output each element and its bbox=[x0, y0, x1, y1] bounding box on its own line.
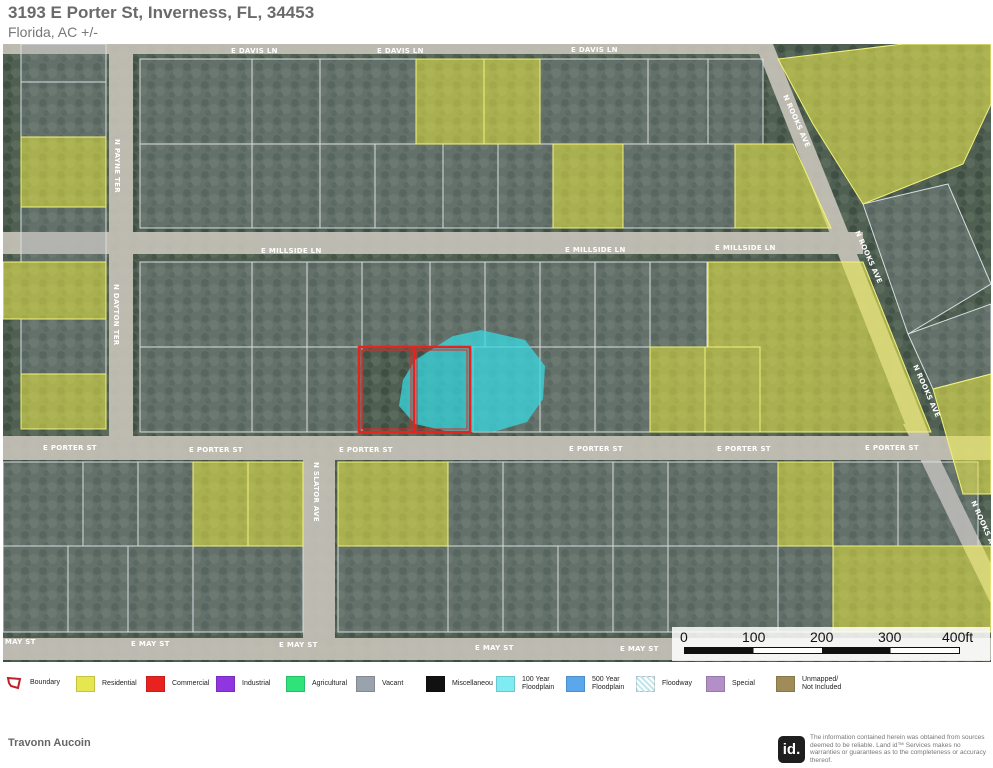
road-label-may-1: E MAY ST bbox=[3, 638, 36, 646]
legend-label: Boundary bbox=[30, 679, 60, 686]
road-label-davis-3: E DAVIS LN bbox=[571, 46, 618, 54]
legend-label: Agricultural bbox=[312, 680, 348, 687]
scale-bar-graphic bbox=[684, 647, 960, 654]
scale-tick-200: 200 bbox=[810, 629, 834, 645]
road-label-may-3: E MAY ST bbox=[279, 641, 318, 649]
unmapped-swatch bbox=[776, 676, 795, 692]
legend-label: 500 Year Floodplain bbox=[592, 676, 625, 691]
boundary-polygon-icon bbox=[6, 676, 22, 690]
legend-label: 100 Year Floodplain bbox=[522, 676, 555, 691]
road-label-porter-4: E PORTER ST bbox=[569, 445, 623, 453]
road-label-millside-2: E MILLSIDE LN bbox=[565, 246, 626, 254]
industrial-swatch bbox=[216, 676, 235, 692]
road-label-payne: N PAYNE TER bbox=[113, 139, 121, 193]
miscellaneous-swatch bbox=[426, 676, 445, 692]
scale-tick-300: 300 bbox=[878, 629, 902, 645]
legend: Boundary Residential Commercial Industri… bbox=[0, 668, 993, 708]
scale-tick-100: 100 bbox=[742, 629, 766, 645]
legend-item-500-year-floodplain: 500 Year Floodplain bbox=[566, 676, 640, 692]
scale-bar: 0 100 200 300 400ft bbox=[672, 627, 990, 661]
road-label-porter-2: E PORTER ST bbox=[189, 446, 243, 454]
special-swatch bbox=[706, 676, 725, 692]
legend-label: Vacant bbox=[382, 680, 404, 687]
road-label-porter-1: E PORTER ST bbox=[43, 444, 97, 452]
vacant-swatch bbox=[356, 676, 375, 692]
legend-item-floodway: Floodway bbox=[636, 676, 710, 692]
floodplain-500-swatch bbox=[566, 676, 585, 692]
road-label-dayton: N DAYTON TER bbox=[112, 284, 120, 346]
legend-item-special: Special bbox=[706, 676, 780, 692]
page-title: 3193 E Porter St, Inverness, FL, 34453 bbox=[8, 3, 315, 22]
road-label-porter-6: E PORTER ST bbox=[865, 444, 919, 452]
landid-logo: id. bbox=[778, 736, 805, 763]
legend-item-miscellaneous: Miscellaneou bbox=[426, 676, 500, 692]
road-label-may-2: E MAY ST bbox=[131, 640, 170, 648]
hatched-pattern-icon bbox=[636, 676, 655, 692]
road-label-may-5: E MAY ST bbox=[620, 645, 659, 653]
floodplain-100-swatch bbox=[496, 676, 515, 692]
page-subtitle: Florida, AC +/- bbox=[8, 24, 98, 40]
legend-item-unmapped: Unmapped/ Not Included bbox=[776, 676, 850, 692]
legend-label: Floodway bbox=[662, 680, 692, 687]
road-label-may-4: E MAY ST bbox=[475, 644, 514, 652]
scale-tick-400: 400ft bbox=[942, 629, 974, 645]
legend-item-commercial: Commercial bbox=[146, 676, 220, 692]
road-label-porter-5: E PORTER ST bbox=[717, 445, 771, 453]
agricultural-swatch bbox=[286, 676, 305, 692]
road-label-millside-3: E MILLSIDE LN bbox=[715, 244, 776, 252]
legend-label: Commercial bbox=[172, 680, 210, 687]
legend-item-100-year-floodplain: 100 Year Floodplain bbox=[496, 676, 570, 692]
road-label-davis-1: E DAVIS LN bbox=[231, 47, 278, 55]
legend-item-boundary: Boundary bbox=[6, 676, 78, 690]
commercial-swatch bbox=[146, 676, 165, 692]
legend-item-agricultural: Agricultural bbox=[286, 676, 360, 692]
legend-item-industrial: Industrial bbox=[216, 676, 290, 692]
legend-label: Miscellaneou bbox=[452, 680, 493, 687]
road-label-davis-2: E DAVIS LN bbox=[377, 47, 424, 55]
legend-item-residential: Residential bbox=[76, 676, 150, 692]
residential-swatch bbox=[76, 676, 95, 692]
parcel-map[interactable]: E DAVIS LN E DAVIS LN E DAVIS LN E MILLS… bbox=[0, 43, 993, 662]
scale-tick-0: 0 bbox=[680, 629, 688, 645]
legend-label: Residential bbox=[102, 680, 137, 687]
legend-label: Unmapped/ Not Included bbox=[802, 676, 842, 691]
agent-name: Travonn Aucoin bbox=[8, 737, 91, 749]
legend-item-vacant: Vacant bbox=[356, 676, 430, 692]
legend-label: Industrial bbox=[242, 680, 271, 687]
disclaimer-text: The information contained herein was obt… bbox=[810, 734, 986, 764]
legend-label: Special bbox=[732, 680, 755, 687]
road-label-millside-1: E MILLSIDE LN bbox=[261, 247, 322, 255]
road-label-porter-3: E PORTER ST bbox=[339, 446, 393, 454]
road-label-slator: N SLATOR AVE bbox=[312, 462, 320, 522]
